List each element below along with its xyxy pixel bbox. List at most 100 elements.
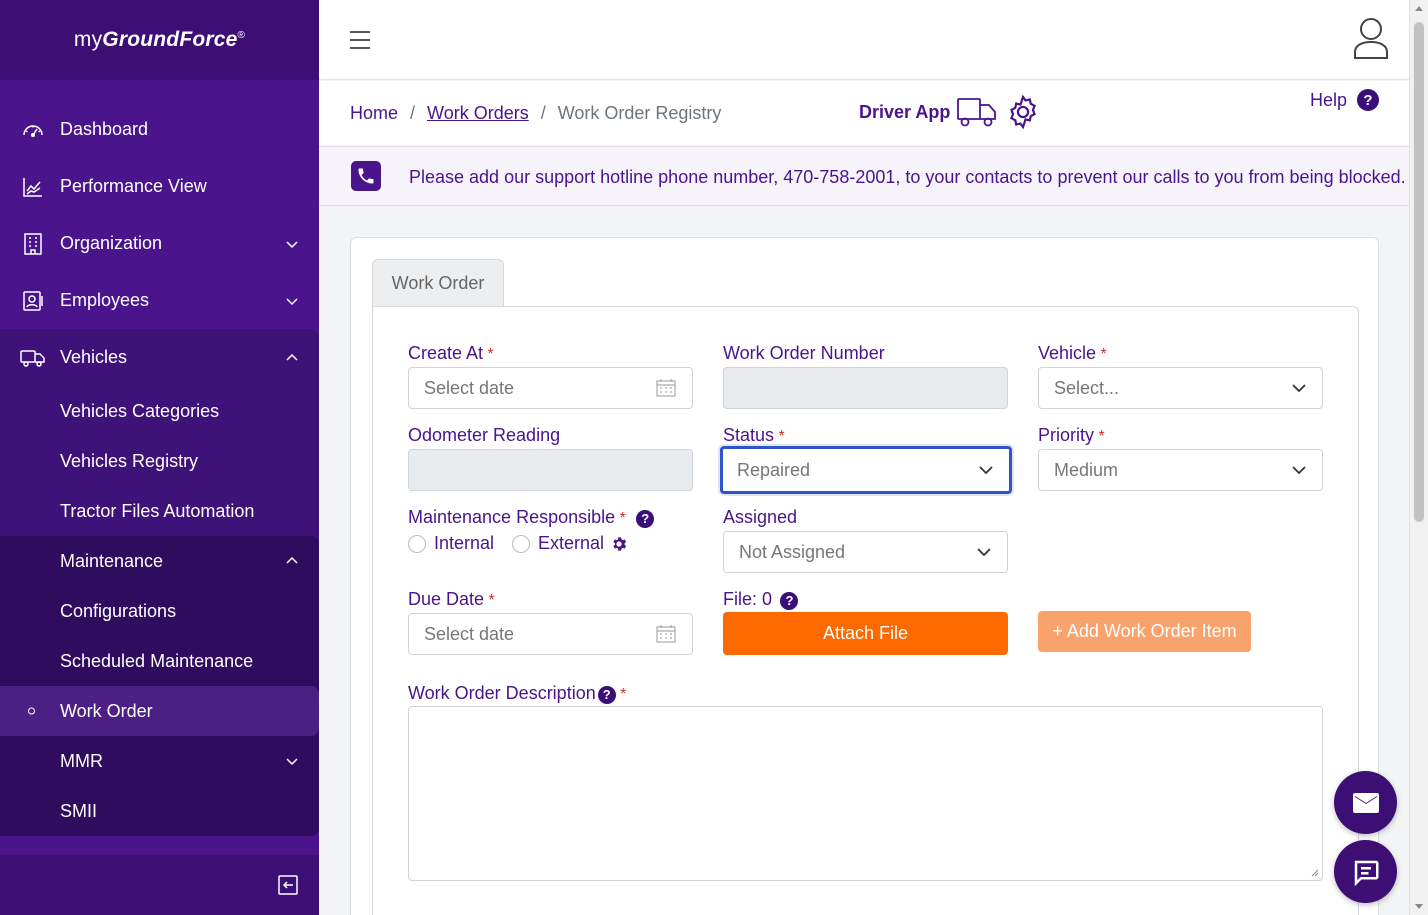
priority-select[interactable]: Medium [1038, 449, 1323, 491]
radio-external[interactable]: External [512, 533, 628, 554]
help-link[interactable]: Help ? [1310, 89, 1379, 111]
sidebar-item-scheduled-maintenance[interactable]: Scheduled Maintenance [0, 636, 319, 686]
work-order-card: Work Order Create At * Select date Work … [350, 237, 1379, 915]
sidebar-item-smii[interactable]: SMII [0, 786, 319, 836]
user-avatar-icon[interactable] [1353, 16, 1389, 60]
priority-label: Priority * [1038, 425, 1105, 445]
scroll-thumb[interactable] [1414, 22, 1424, 522]
resize-handle-icon[interactable] [1309, 867, 1319, 877]
gauge-icon [20, 117, 46, 143]
chevron-down-icon [979, 466, 993, 475]
odometer-label: Odometer Reading [408, 425, 561, 445]
vehicles-group: Vehicles Vehicles Categories Vehicles Re… [0, 329, 319, 836]
assigned-select[interactable]: Not Assigned [723, 531, 1008, 573]
sidebar-item-label: Performance View [60, 176, 207, 196]
chart-line-icon [20, 174, 46, 200]
sidebar-item-organization[interactable]: Organization [0, 215, 319, 272]
chevron-up-icon [286, 353, 298, 361]
tab-work-order[interactable]: Work Order [372, 259, 504, 307]
radio-internal[interactable]: Internal [408, 533, 494, 554]
chevron-down-icon [286, 297, 298, 305]
odometer-input [408, 449, 693, 491]
sidebar-item-label: Dashboard [60, 119, 149, 139]
calendar-icon [656, 625, 676, 643]
email-fab-button[interactable] [1334, 771, 1397, 834]
page-scrollbar[interactable] [1409, 0, 1428, 915]
logo-bar: myGroundForce® [0, 0, 319, 80]
sidebar-item-performance-view[interactable]: Performance View [0, 158, 319, 215]
gear-icon[interactable] [610, 535, 628, 553]
driver-app-link[interactable]: Driver App [859, 93, 1042, 131]
active-dot-icon [28, 707, 35, 715]
chevron-down-icon [286, 758, 298, 766]
sidebar-item-mmr[interactable]: MMR [0, 736, 319, 786]
radio-button[interactable] [408, 534, 426, 553]
sidebar-item-maintenance[interactable]: Maintenance [0, 536, 319, 586]
radio-button[interactable] [512, 534, 530, 553]
truck-icon [20, 345, 46, 371]
create-at-label: Create At * [408, 343, 494, 363]
support-notice: Please add our support hotline phone num… [319, 146, 1409, 206]
sidebar-item-label: Vehicles [60, 347, 128, 367]
scroll-up-icon[interactable] [1415, 6, 1423, 11]
chevron-down-icon [286, 240, 298, 248]
info-icon[interactable]: ? [597, 685, 616, 704]
chevron-down-icon [977, 548, 991, 557]
description-textarea[interactable] [408, 706, 1323, 881]
due-date-label: Due Date * [408, 589, 495, 609]
sidebar-item-employees[interactable]: Employees [0, 272, 319, 329]
maintenance-group: Maintenance Configurations Scheduled Mai… [0, 536, 319, 836]
notice-text: Please add our support hotline phone num… [409, 167, 1406, 187]
due-date-input[interactable]: Select date [408, 613, 693, 655]
chevron-down-icon [1292, 384, 1306, 393]
breadcrumb-current: Work Order Registry [557, 103, 722, 123]
chat-fab-button[interactable] [1334, 840, 1397, 903]
create-at-input[interactable]: Select date [408, 367, 693, 409]
truck-icon [957, 98, 997, 127]
info-icon[interactable]: ? [636, 509, 655, 528]
chevron-up-icon [286, 556, 298, 564]
sidebar-item-tractor-files-automation[interactable]: Tractor Files Automation [0, 486, 319, 536]
assigned-label: Assigned [723, 507, 798, 527]
phone-icon [351, 161, 381, 191]
status-label: Status * [723, 425, 785, 445]
breadcrumb-home[interactable]: Home [350, 103, 398, 124]
calendar-icon [656, 379, 676, 397]
sidebar-item-work-order[interactable]: Work Order [0, 686, 319, 736]
gear-icon[interactable] [1004, 93, 1042, 131]
file-label: File: 0 ? [723, 589, 799, 610]
breadcrumb: Home / Work Orders / Work Order Registry [350, 103, 722, 124]
help-icon: ? [1357, 89, 1379, 111]
sidebar-item-vehicles[interactable]: Vehicles [0, 329, 319, 386]
top-header [319, 0, 1409, 80]
mail-icon [1352, 792, 1379, 813]
wo-number-input [723, 367, 1008, 409]
chevron-down-icon [1292, 466, 1306, 475]
building-icon [20, 231, 46, 257]
hamburger-menu-icon[interactable] [350, 31, 370, 49]
breadcrumb-work-orders[interactable]: Work Orders [427, 103, 529, 124]
breadcrumb-bar: Home / Work Orders / Work Order Registry… [319, 81, 1409, 145]
sidebar-item-configurations[interactable]: Configurations [0, 586, 319, 636]
vehicle-label: Vehicle * [1038, 343, 1107, 363]
sidebar-item-dashboard[interactable]: Dashboard [0, 101, 319, 158]
status-select[interactable]: Repaired [720, 446, 1012, 494]
sidebar-footer [0, 855, 319, 915]
sidebar-item-label: Organization [60, 233, 163, 253]
info-icon[interactable]: ? [780, 591, 799, 610]
attach-file-button[interactable]: Attach File [723, 612, 1008, 655]
sidebar-item-vehicles-categories[interactable]: Vehicles Categories [0, 386, 319, 436]
sidebar: myGroundForce® Dashboard Performance Vie… [0, 0, 319, 915]
maint-resp-label: Maintenance Responsible * ? [408, 507, 655, 528]
app-logo[interactable]: myGroundForce® [74, 28, 245, 52]
sidebar-menu: Dashboard Performance View Organization … [0, 101, 319, 836]
add-work-order-item-button[interactable]: + Add Work Order Item [1038, 611, 1251, 652]
wo-number-label: Work Order Number [723, 343, 885, 363]
vehicle-select[interactable]: Select... [1038, 367, 1323, 409]
collapse-sidebar-icon[interactable] [277, 874, 299, 896]
work-order-form: Create At * Select date Work Order Numbe… [372, 306, 1359, 915]
scroll-down-icon[interactable] [1415, 904, 1423, 909]
sidebar-item-vehicles-registry[interactable]: Vehicles Registry [0, 436, 319, 486]
chat-icon [1354, 860, 1378, 886]
sidebar-item-label: Employees [60, 290, 150, 310]
